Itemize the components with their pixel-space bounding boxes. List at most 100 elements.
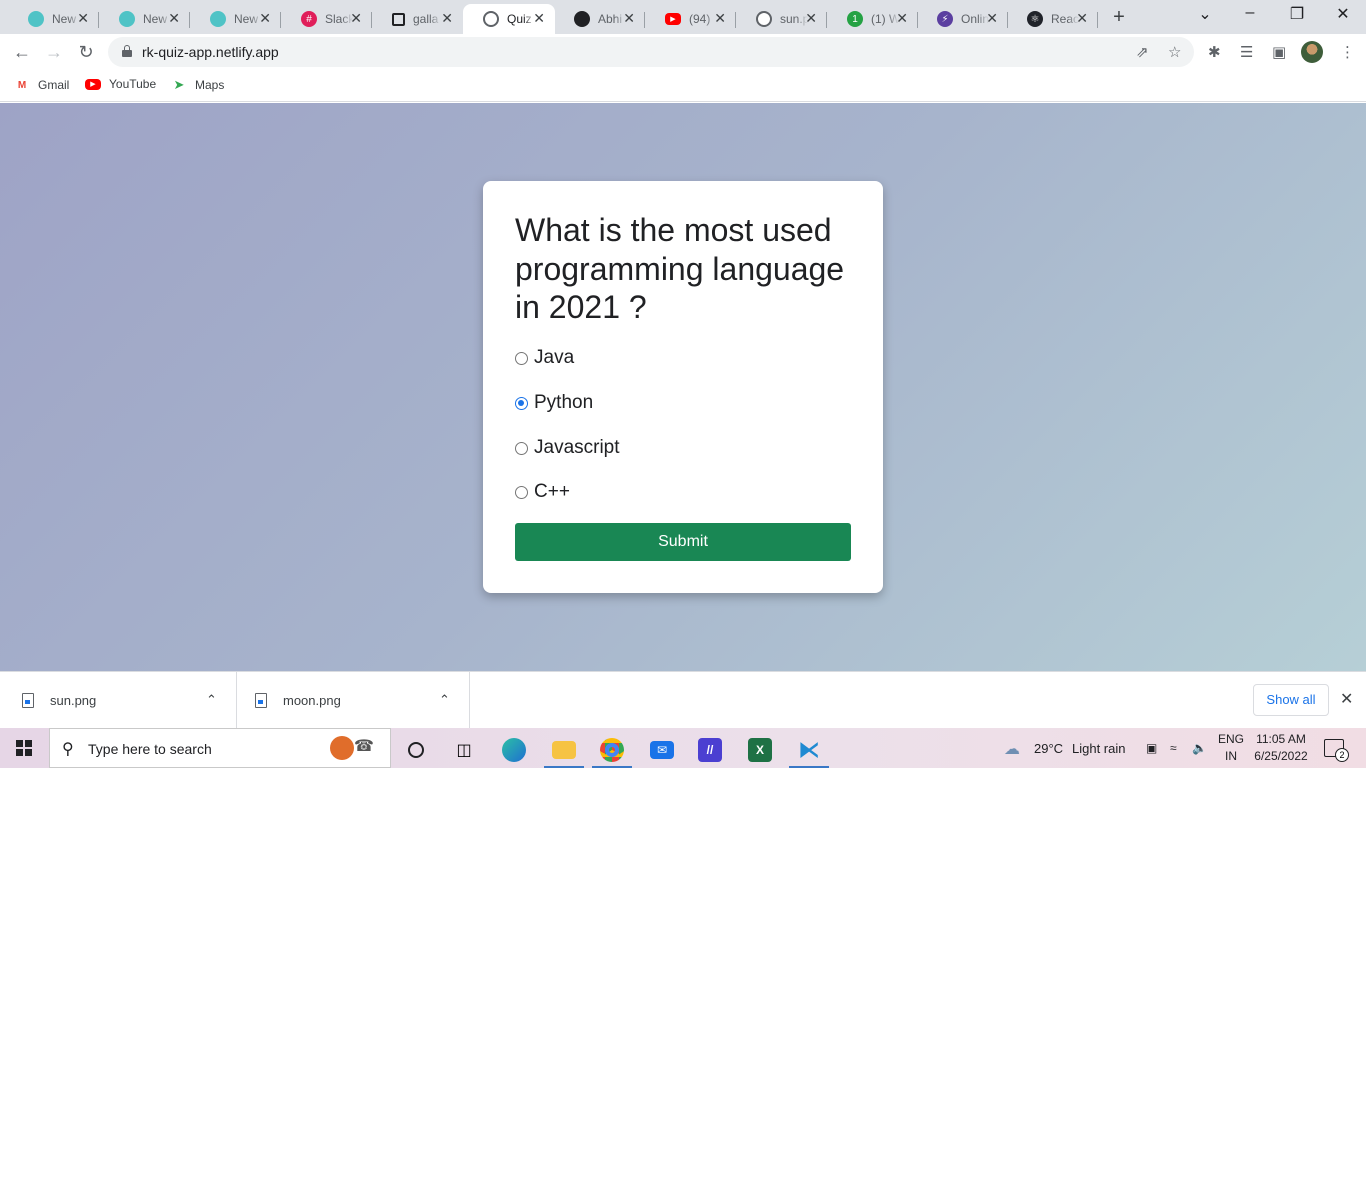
power-automate-icon[interactable]: //	[690, 732, 730, 768]
edge-icon[interactable]	[494, 732, 534, 768]
browser-tab[interactable]: 1 (1) W ✕	[827, 4, 918, 34]
close-tab-icon[interactable]: ✕	[986, 10, 998, 27]
tab-title: sun.p	[780, 12, 808, 26]
bookmark-maps[interactable]: ➤ Maps	[171, 77, 225, 93]
excel-icon[interactable]: X	[740, 732, 780, 768]
new-tab-button[interactable]: +	[1108, 6, 1130, 29]
restore-icon[interactable]: ❐	[1287, 4, 1307, 24]
download-filename: sun.png	[50, 693, 97, 708]
close-tab-icon[interactable]: ✕	[896, 10, 908, 27]
wifi-icon[interactable]: ≈	[1170, 741, 1177, 755]
option-javascript[interactable]: Javascript	[515, 437, 620, 459]
radio-button[interactable]	[515, 351, 528, 365]
mail-icon[interactable]: ✉	[642, 732, 682, 768]
tab-search-icon[interactable]: ⌄	[1195, 4, 1215, 24]
quiz-page: What is the most used programming langua…	[0, 103, 1366, 671]
whatsapp-badge-icon: 1	[847, 11, 863, 27]
download-filename: moon.png	[283, 693, 341, 708]
browser-tab[interactable]: New ✕	[99, 4, 190, 34]
chrome-icon[interactable]	[592, 732, 632, 768]
meet-icon[interactable]: ▣	[1146, 741, 1157, 755]
windows-taskbar: ⚲ Type here to search ☎ ◫ ✉ // X ⧔ ☁ 29°…	[0, 728, 1366, 768]
browser-tab[interactable]: galla ✕	[372, 4, 463, 34]
tab-title: New	[143, 12, 168, 26]
browser-tab[interactable]: New ✕	[8, 4, 99, 34]
weather-condition[interactable]: Light rain	[1072, 741, 1125, 756]
submit-button[interactable]: Submit	[515, 523, 851, 561]
extensions-icon[interactable]: ✱	[1208, 43, 1221, 61]
option-java[interactable]: Java	[515, 347, 574, 369]
weather-icon[interactable]: ☁	[1004, 739, 1020, 759]
tab-title: Onlin	[961, 12, 989, 26]
side-panel-icon[interactable]: ▣	[1272, 43, 1286, 61]
tab-title: galla	[413, 12, 439, 26]
media-control-icon[interactable]: ☰	[1240, 43, 1253, 61]
react-icon: ⚛	[1027, 11, 1043, 27]
language-indicator[interactable]: ENG IN	[1216, 731, 1246, 765]
browser-tab[interactable]: ⚡ Onlin ✕	[917, 4, 1008, 34]
close-tab-icon[interactable]: ✕	[259, 10, 271, 27]
browser-tab[interactable]: ⚛ Reac ✕	[1007, 4, 1098, 34]
square-outline-icon	[392, 12, 405, 26]
chevron-up-icon[interactable]: ⌃	[206, 692, 217, 708]
forward-button[interactable]: →	[42, 40, 66, 64]
volume-icon[interactable]: 🔈	[1192, 741, 1207, 755]
more-menu-icon[interactable]: ⋮	[1340, 43, 1355, 61]
browser-tab[interactable]: Abhi ✕	[554, 4, 645, 34]
back-button[interactable]: ←	[10, 40, 34, 64]
close-icon[interactable]: ✕	[1340, 689, 1353, 709]
close-tab-icon[interactable]: ✕	[77, 10, 89, 27]
close-tab-icon[interactable]: ✕	[714, 10, 726, 27]
bookmark-gmail[interactable]: M Gmail	[14, 77, 70, 93]
vscode-icon[interactable]: ⧔	[789, 732, 829, 768]
browser-tab[interactable]: Quiz ✕	[463, 4, 555, 34]
download-item-moon[interactable]: moon.png ⌃	[237, 672, 470, 729]
tab-title: (1) W	[871, 12, 899, 26]
browser-tab[interactable]: New ✕	[190, 4, 281, 34]
task-view-icon[interactable]: ◫	[444, 732, 484, 768]
youtube-icon: ▶	[85, 78, 101, 90]
download-item-sun[interactable]: sun.png ⌃	[0, 672, 237, 729]
reload-button[interactable]: ↻	[74, 40, 98, 64]
close-tab-icon[interactable]: ✕	[168, 10, 180, 27]
bookmark-youtube[interactable]: ▶ YouTube	[85, 77, 156, 91]
close-tab-icon[interactable]: ✕	[533, 10, 545, 27]
radio-button[interactable]	[515, 441, 528, 455]
minimize-icon[interactable]: –	[1240, 4, 1260, 22]
notification-icon[interactable]: 2	[1324, 739, 1349, 762]
option-cpp[interactable]: C++	[515, 481, 570, 503]
browser-tab[interactable]: # Slack ✕	[281, 4, 372, 34]
radio-button[interactable]	[515, 396, 528, 410]
close-tab-icon[interactable]: ✕	[805, 10, 817, 27]
option-label: C++	[534, 481, 570, 502]
basketball-icon	[330, 736, 354, 760]
gmail-icon: M	[17, 79, 27, 91]
close-window-icon[interactable]: ✕	[1333, 4, 1353, 24]
address-bar[interactable]: rk-quiz-app.netlify.app ⇗ ☆	[108, 37, 1194, 67]
share-icon[interactable]: ⇗	[1136, 43, 1149, 61]
url-text: rk-quiz-app.netlify.app	[142, 44, 279, 60]
weather-temp[interactable]: 29°C	[1034, 741, 1063, 756]
tab-title: Quiz	[507, 12, 532, 26]
option-python[interactable]: Python	[515, 392, 593, 414]
browser-tab[interactable]: sun.p ✕	[736, 4, 827, 34]
tab-strip: New ✕ New ✕ New ✕ # Slack ✕ galla ✕ Quiz ✕ Abhi ✕ ▶ (94)…	[0, 0, 1366, 34]
taskbar-search-input[interactable]: ⚲ Type here to search ☎	[49, 728, 391, 768]
windows-start-icon[interactable]	[16, 740, 32, 756]
cortana-icon[interactable]	[396, 732, 436, 768]
taskbar-clock[interactable]: 11:05 AM 6/25/2022	[1254, 731, 1308, 765]
radio-button[interactable]	[515, 485, 528, 499]
close-tab-icon[interactable]: ✕	[350, 10, 362, 27]
file-explorer-icon[interactable]	[544, 732, 584, 768]
close-tab-icon[interactable]: ✕	[441, 10, 453, 27]
profile-avatar[interactable]	[1301, 41, 1323, 63]
close-tab-icon[interactable]: ✕	[1076, 10, 1088, 27]
close-tab-icon[interactable]: ✕	[623, 10, 635, 27]
bolt-icon: ⚡	[937, 11, 953, 27]
clock-time: 11:05 AM	[1256, 732, 1306, 746]
show-all-button[interactable]: Show all	[1253, 684, 1329, 716]
browser-tab[interactable]: ▶ (94) ✕	[645, 4, 736, 34]
tab-title: New	[52, 12, 77, 26]
bookmark-star-icon[interactable]: ☆	[1168, 43, 1181, 61]
chevron-up-icon[interactable]: ⌃	[439, 692, 450, 708]
